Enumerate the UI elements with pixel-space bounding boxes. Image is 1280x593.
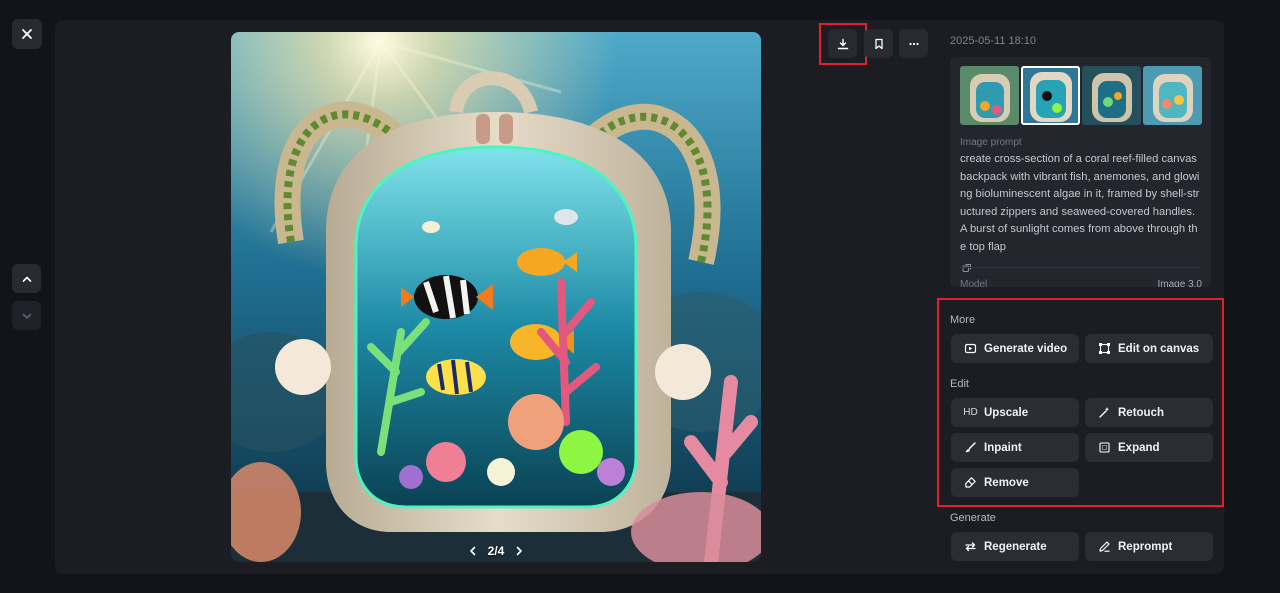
regenerate-icon — [964, 540, 977, 553]
more-icon — [908, 42, 919, 45]
upscale-label: Upscale — [984, 406, 1029, 419]
divider — [960, 267, 1201, 268]
brush-icon — [964, 441, 977, 454]
expand-label: Expand — [1118, 441, 1160, 454]
prompt-text: create cross-section of a coral reef-fil… — [960, 153, 1200, 253]
thumbnail-4[interactable] — [1143, 66, 1202, 125]
download-icon — [837, 38, 848, 49]
copy-icon[interactable] — [962, 260, 972, 272]
expand-button[interactable]: Expand — [1085, 433, 1213, 462]
prompt-label: Image prompt — [960, 137, 1022, 148]
section-generate-label: Generate — [950, 512, 996, 524]
close-button[interactable] — [12, 19, 42, 49]
inpaint-button[interactable]: Inpaint — [951, 433, 1079, 462]
prompt-card: Image prompt create cross-section of a c… — [950, 57, 1211, 287]
more-options-button[interactable] — [899, 29, 928, 58]
pager-label: 2/4 — [487, 544, 505, 558]
remove-button[interactable]: Remove — [951, 468, 1079, 497]
model-label: Model — [960, 279, 988, 287]
expand-icon — [1098, 441, 1111, 454]
thumbnail-3[interactable] — [1082, 66, 1141, 125]
video-icon — [964, 342, 977, 355]
canvas-icon — [1098, 342, 1111, 355]
edit-on-canvas-label: Edit on canvas — [1118, 342, 1200, 355]
reprompt-button[interactable]: Reprompt — [1085, 532, 1213, 561]
retouch-label: Retouch — [1118, 406, 1164, 419]
chevron-left-icon[interactable] — [466, 544, 480, 558]
hd-icon: HD — [963, 407, 978, 418]
thumbnail-1[interactable] — [960, 66, 1019, 125]
pencil-icon — [1098, 540, 1111, 553]
backpack-illustration — [231, 32, 761, 562]
main-image[interactable]: 2/4 — [231, 32, 761, 562]
chevron-right-icon[interactable] — [512, 544, 526, 558]
wand-icon — [1098, 406, 1111, 419]
generate-video-button[interactable]: Generate video — [951, 334, 1079, 363]
section-edit-label: Edit — [950, 378, 969, 390]
edit-on-canvas-button[interactable]: Edit on canvas — [1085, 334, 1213, 363]
remove-label: Remove — [984, 476, 1029, 489]
next-item-button[interactable] — [12, 301, 41, 330]
chevron-down-icon — [22, 313, 31, 319]
model-value: Image 3.0 — [1157, 279, 1202, 287]
image-pager: 2/4 — [231, 544, 761, 558]
section-more-label: More — [950, 314, 976, 326]
thumbnail-2[interactable] — [1021, 66, 1080, 125]
inpaint-label: Inpaint — [984, 441, 1022, 454]
previous-item-button[interactable] — [12, 264, 41, 293]
bookmark-button[interactable] — [864, 29, 893, 58]
close-icon — [22, 29, 32, 39]
generate-video-label: Generate video — [984, 342, 1068, 355]
chevron-up-icon — [22, 276, 31, 282]
bookmark-icon — [874, 38, 883, 49]
upscale-button[interactable]: HD Upscale — [951, 398, 1079, 427]
regenerate-button[interactable]: Regenerate — [951, 532, 1079, 561]
download-button[interactable] — [828, 29, 857, 58]
regenerate-label: Regenerate — [984, 540, 1047, 553]
thumbnail-strip — [950, 57, 1211, 125]
retouch-button[interactable]: Retouch — [1085, 398, 1213, 427]
timestamp: 2025-05-11 18:10 — [950, 35, 1037, 47]
model-row: Model Image 3.0 — [960, 279, 1202, 287]
eraser-icon — [964, 476, 977, 489]
reprompt-label: Reprompt — [1118, 540, 1173, 553]
